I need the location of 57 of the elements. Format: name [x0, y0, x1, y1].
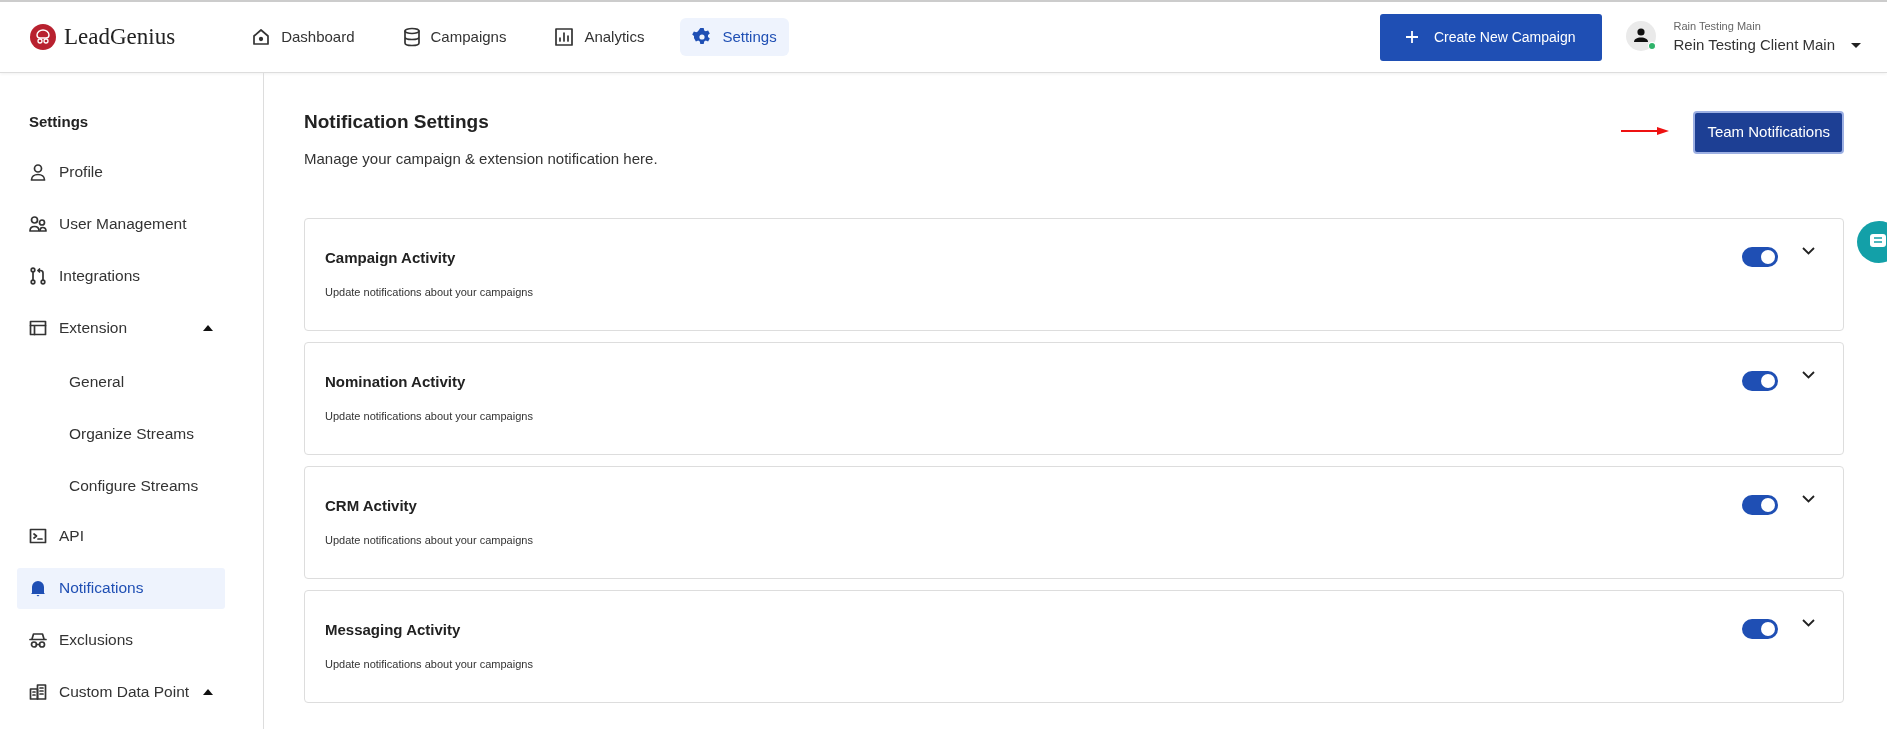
- nav-tab[interactable]: Settings: [680, 17, 789, 57]
- sidebar-title: Settings: [28, 112, 90, 132]
- building-icon: [29, 683, 47, 701]
- card-title: Messaging Activity: [325, 620, 462, 641]
- sidebar-subitem[interactable]: Configure Streams: [17, 463, 205, 505]
- sidebar-item[interactable]: Notifications: [17, 567, 225, 609]
- settings-icon: [692, 27, 713, 47]
- arrow-icon: [1621, 127, 1670, 135]
- merge-icon: [29, 267, 47, 285]
- chevron-down-icon[interactable]: [1802, 371, 1815, 380]
- sidebar-item[interactable]: Exclusions: [17, 619, 225, 661]
- bell-icon: [29, 579, 47, 597]
- house-icon: [251, 27, 272, 47]
- plus-icon: [1405, 31, 1418, 43]
- spy-icon: [29, 631, 47, 649]
- toggle-switch[interactable]: [1742, 247, 1778, 268]
- sidebar-item[interactable]: API: [17, 515, 225, 557]
- card-title: Nomination Activity: [325, 372, 467, 393]
- users-icon: [29, 215, 47, 233]
- sidebar-item[interactable]: Integrations: [17, 255, 225, 297]
- account-dropdown[interactable]: Rein Testing Client Main: [1673, 34, 1861, 57]
- caret-icon: [203, 325, 213, 331]
- toggle-switch[interactable]: [1742, 619, 1778, 640]
- sidebar-item[interactable]: Custom Data Point: [17, 671, 225, 713]
- caret-icon: [203, 689, 213, 695]
- account-caption: Rain Testing Main: [1673, 18, 1762, 34]
- toggle-switch[interactable]: [1742, 371, 1778, 392]
- card-description: Update notifications about your campaigns: [325, 408, 534, 424]
- database-icon: [402, 27, 421, 47]
- card-title: CRM Activity: [325, 496, 418, 517]
- browser-window-icon: [29, 319, 47, 337]
- nav-tab[interactable]: Campaigns: [390, 17, 519, 57]
- bar-chart-icon: [554, 27, 575, 47]
- chevron-down-icon[interactable]: [1802, 619, 1815, 628]
- sidebar-subitem[interactable]: General: [17, 359, 131, 401]
- page-title: Notification Settings: [304, 111, 490, 134]
- page-subtitle: Manage your campaign & extension notification here.: [304, 148, 658, 169]
- card-description: Update notifications about your campaigns: [325, 532, 534, 548]
- caret-icon: [1851, 42, 1861, 48]
- person-icon: [29, 163, 47, 181]
- chevron-down-icon[interactable]: [1802, 495, 1815, 504]
- card-title: Campaign Activity: [325, 248, 457, 269]
- card-description: Update notifications about your campaigns: [325, 284, 534, 300]
- nav-tab[interactable]: Analytics: [542, 17, 657, 57]
- sidebar-subitem[interactable]: Organize Streams: [17, 411, 200, 453]
- sidebar-item[interactable]: Extension: [17, 307, 225, 349]
- brain-logo-icon: [30, 24, 56, 50]
- chevron-down-icon[interactable]: [1802, 247, 1815, 256]
- toggle-switch[interactable]: [1742, 495, 1778, 516]
- logo-text: LeadGenius: [64, 22, 176, 51]
- sidebar-item[interactable]: Profile: [17, 151, 225, 193]
- team-notifications-button[interactable]: Team Notifications: [1693, 111, 1844, 154]
- sidebar-item[interactable]: User Management: [17, 203, 225, 245]
- nav-tab[interactable]: Dashboard: [239, 17, 367, 57]
- card-description: Update notifications about your campaigns: [325, 656, 534, 672]
- terminal-icon: [29, 527, 47, 545]
- create-campaign-button[interactable]: Create New Campaign: [1379, 13, 1602, 61]
